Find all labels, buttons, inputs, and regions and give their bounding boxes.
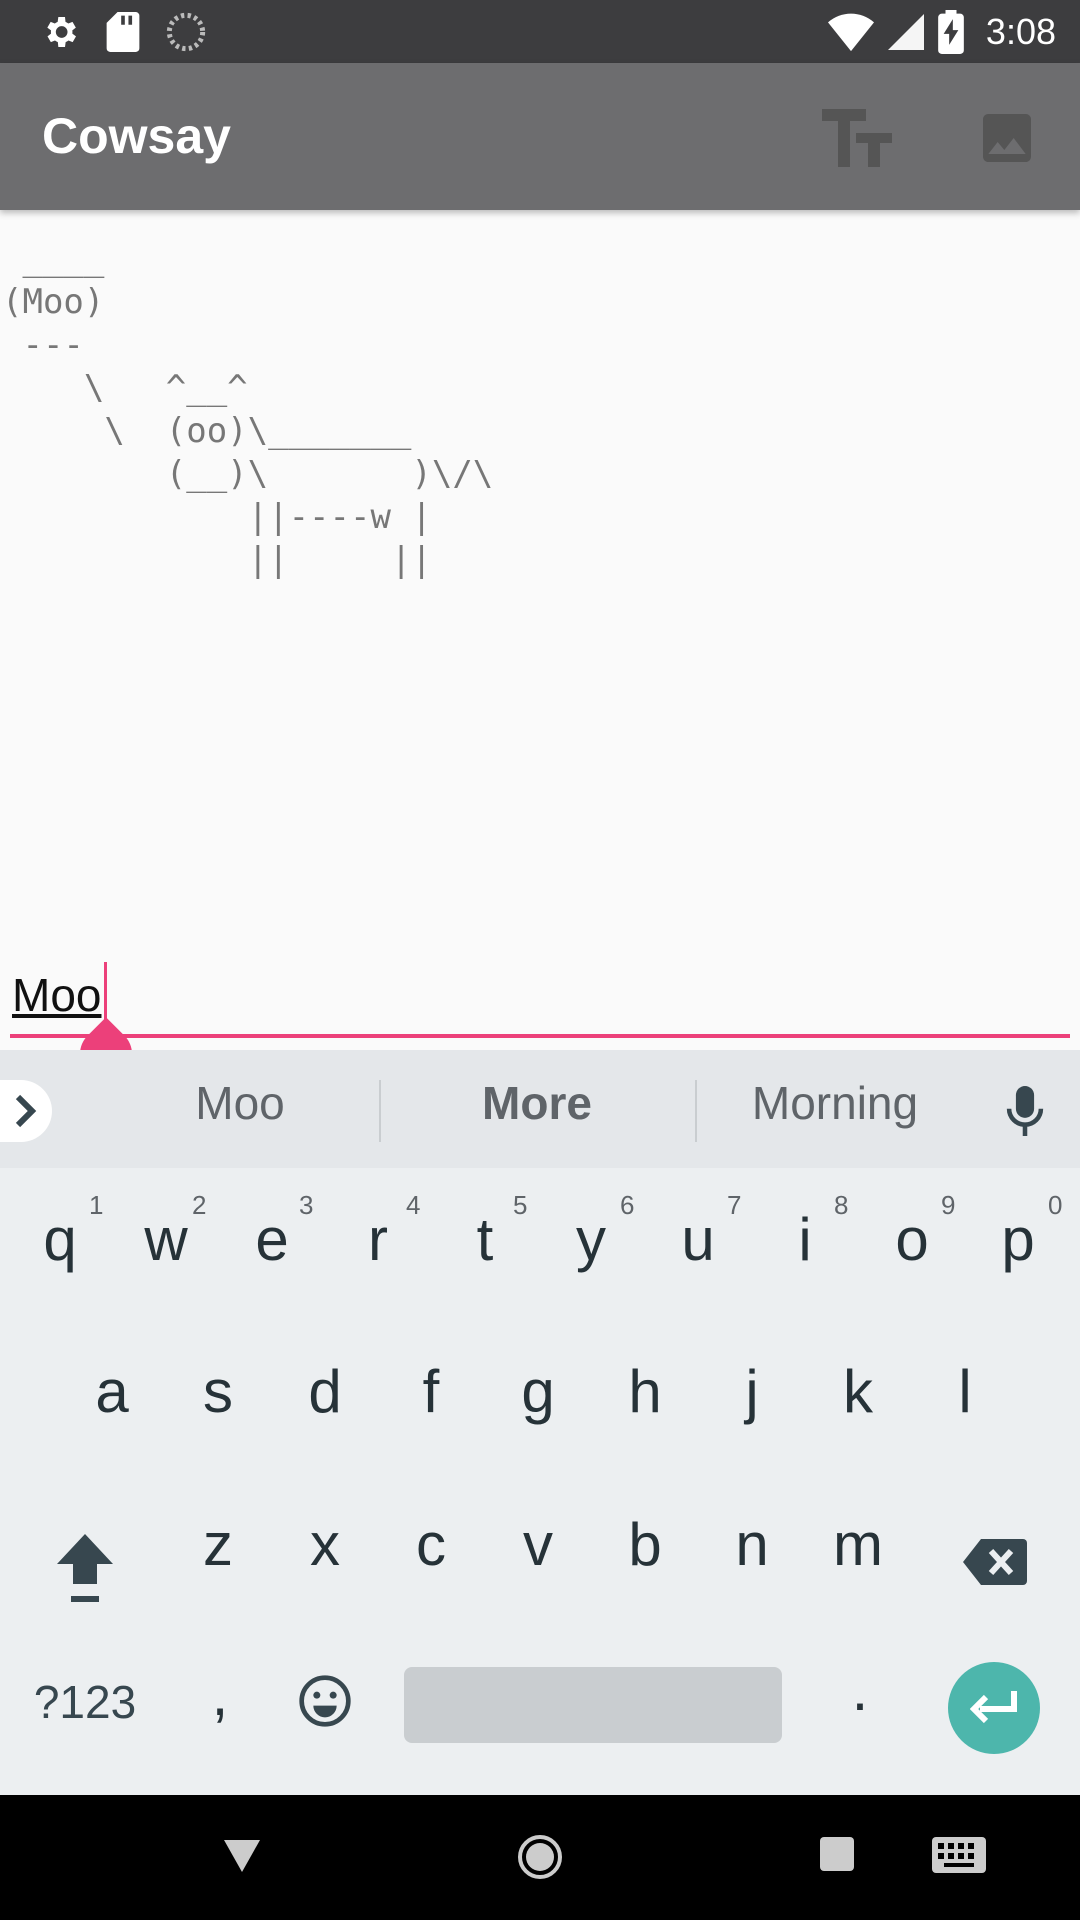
cow-output: ____ (Moo) --- \ ^__^ \ (oo)\_______ (__… bbox=[0, 210, 1080, 950]
key-g[interactable]: g bbox=[488, 1357, 588, 1426]
suggestion-2[interactable]: More bbox=[427, 1076, 647, 1130]
app-bar: Cowsay bbox=[0, 63, 1080, 210]
suggestion-strip: Moo More Morning bbox=[0, 1050, 1080, 1168]
app-title: Cowsay bbox=[42, 108, 231, 164]
period-key[interactable]: . bbox=[810, 1655, 910, 1724]
cow-art: ____ (Moo) --- \ ^__^ \ (oo)\_______ (__… bbox=[2, 239, 494, 580]
space-key[interactable] bbox=[404, 1667, 782, 1743]
shift-icon bbox=[57, 1534, 113, 1602]
microphone-icon bbox=[1006, 1086, 1044, 1136]
settings-icon bbox=[47, 16, 76, 47]
voice-input-button[interactable] bbox=[1005, 1086, 1045, 1141]
key-m[interactable]: m bbox=[808, 1510, 908, 1579]
text-cursor bbox=[104, 962, 107, 1024]
keyboard-switch-icon[interactable] bbox=[932, 1837, 986, 1873]
keyboard: Moo More Morning q 1 w 2 e 3 r 4 t 5 y 6… bbox=[0, 1050, 1080, 1795]
battery-charging-icon bbox=[938, 9, 964, 54]
sd-card-icon bbox=[106, 11, 140, 52]
key-hint: 2 bbox=[192, 1190, 207, 1220]
key-a[interactable]: a bbox=[62, 1357, 162, 1426]
key-b[interactable]: b bbox=[595, 1510, 695, 1579]
chevron-right-icon bbox=[15, 1094, 37, 1128]
key-hint: 7 bbox=[727, 1190, 742, 1220]
navigation-bar bbox=[0, 1795, 1080, 1920]
emoji-icon bbox=[299, 1675, 351, 1727]
wifi-icon bbox=[827, 13, 874, 51]
text-size-icon bbox=[822, 109, 892, 167]
sync-icon bbox=[166, 12, 206, 51]
recents-nav-icon[interactable] bbox=[820, 1837, 854, 1871]
backspace-key[interactable] bbox=[945, 1530, 1045, 1599]
key-hint: 9 bbox=[941, 1190, 956, 1220]
key-hint: 0 bbox=[1048, 1190, 1063, 1220]
key-c[interactable]: c bbox=[381, 1510, 481, 1579]
image-button[interactable] bbox=[972, 103, 1042, 173]
suggestion-expand-button[interactable] bbox=[0, 1080, 52, 1142]
key-f[interactable]: f bbox=[381, 1357, 481, 1426]
key-j[interactable]: j bbox=[702, 1357, 802, 1426]
key-hint: 5 bbox=[513, 1190, 528, 1220]
key-s[interactable]: s bbox=[168, 1357, 268, 1426]
cell-signal-icon bbox=[887, 13, 924, 50]
suggestion-1[interactable]: Moo bbox=[140, 1076, 340, 1130]
backspace-icon bbox=[963, 1539, 1027, 1585]
text-size-button[interactable] bbox=[822, 103, 892, 173]
status-bar: 3:08 bbox=[0, 0, 1080, 63]
key-l[interactable]: l bbox=[915, 1357, 1015, 1426]
shift-key[interactable] bbox=[35, 1530, 135, 1618]
key-v[interactable]: v bbox=[488, 1510, 588, 1579]
enter-icon bbox=[970, 1691, 1017, 1724]
key-h[interactable]: h bbox=[595, 1357, 695, 1426]
message-input[interactable]: Moo bbox=[10, 952, 1070, 1038]
clock: 3:08 bbox=[985, 10, 1056, 52]
back-nav-icon[interactable] bbox=[224, 1840, 260, 1872]
image-icon bbox=[983, 114, 1031, 162]
key-z[interactable]: z bbox=[168, 1510, 268, 1579]
key-hint: 6 bbox=[620, 1190, 635, 1220]
key-hint: 1 bbox=[89, 1190, 104, 1220]
key-hint: 8 bbox=[834, 1190, 849, 1220]
key-hint: 4 bbox=[406, 1190, 421, 1220]
key-k[interactable]: k bbox=[808, 1357, 908, 1426]
key-d[interactable]: d bbox=[275, 1357, 375, 1426]
enter-key[interactable] bbox=[948, 1662, 1040, 1754]
home-nav-icon[interactable] bbox=[516, 1833, 564, 1881]
message-input-text: Moo bbox=[12, 969, 102, 1021]
suggestion-divider bbox=[379, 1080, 381, 1142]
symbols-key[interactable]: ?123 bbox=[20, 1675, 150, 1729]
comma-key[interactable]: , bbox=[170, 1660, 270, 1729]
key-x[interactable]: x bbox=[275, 1510, 375, 1579]
emoji-key[interactable] bbox=[275, 1673, 375, 1743]
key-hint: 3 bbox=[299, 1190, 314, 1220]
key-n[interactable]: n bbox=[702, 1510, 802, 1579]
suggestion-divider bbox=[695, 1080, 697, 1142]
suggestion-3[interactable]: Morning bbox=[735, 1076, 935, 1130]
